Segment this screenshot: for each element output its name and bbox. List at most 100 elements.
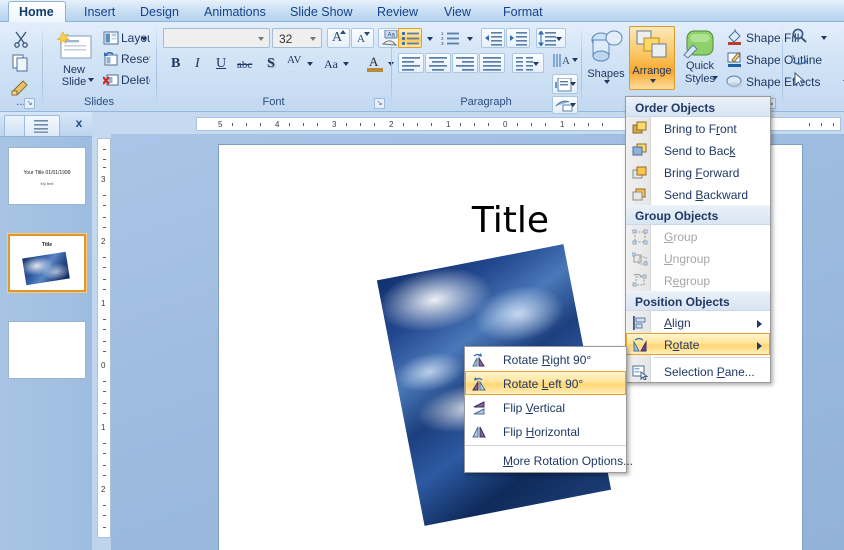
bold-button[interactable]: B [163, 53, 185, 73]
menu-item-group: Group [626, 225, 770, 247]
justify-button[interactable] [479, 53, 505, 73]
increase-indent-button[interactable] [506, 28, 530, 48]
layout-button[interactable]: Layout [101, 28, 151, 47]
shrink-font-button[interactable]: A [351, 28, 374, 48]
menu-item-send-to-back[interactable]: Send to Back [626, 139, 770, 161]
font-name-input[interactable] [163, 28, 270, 48]
tab-review[interactable]: Review [367, 2, 428, 22]
cut-icon[interactable] [10, 29, 32, 49]
bullets-chevron-down-icon[interactable] [427, 37, 433, 41]
font-size-chevron-down-icon[interactable] [310, 37, 316, 41]
change-case-chevron-down-icon[interactable] [343, 62, 349, 66]
new-slide-button[interactable]: New Slide [49, 27, 99, 93]
clipboard-dialog-launcher[interactable]: ↘ [24, 98, 35, 109]
bullets-dropdown[interactable] [422, 28, 436, 48]
text-direction-chevron-down-icon[interactable] [572, 58, 578, 62]
shape-effects-button[interactable]: Shape Effects [724, 72, 844, 90]
numbering-chevron-down-icon[interactable] [467, 37, 473, 41]
line-spacing-button[interactable] [536, 28, 566, 48]
submenu-item-rotate-right-90[interactable]: Rotate Right 90° [465, 347, 626, 371]
strikethrough-button[interactable]: abc [232, 53, 258, 73]
copy-icon[interactable] [10, 53, 32, 73]
tab-insert[interactable]: Insert [74, 2, 125, 22]
submenu-item-rotate-left-90[interactable]: Rotate Left 90° [465, 371, 626, 395]
change-case-button[interactable]: Aa [318, 53, 354, 73]
format-painter-icon[interactable] [10, 77, 32, 97]
replace-icon[interactable]: a [788, 49, 812, 69]
tab-home[interactable]: Home [8, 1, 66, 22]
shape-outline-button[interactable]: Shape Outline [724, 50, 822, 68]
align-text-button[interactable] [552, 74, 578, 94]
menu-item-rotate[interactable]: Rotate [626, 333, 770, 355]
find-icon[interactable] [788, 27, 812, 47]
menu-item-send-backward[interactable]: Send Backward [626, 183, 770, 205]
align-left-button[interactable] [398, 53, 424, 73]
columns-chevron-down-icon[interactable] [533, 62, 539, 66]
grow-font-button[interactable]: A [327, 28, 350, 48]
underline-button[interactable]: U [209, 53, 231, 73]
slide-thumbnail-3[interactable] [8, 321, 86, 379]
tab-format[interactable]: Format [493, 2, 553, 22]
menu-header-order-objects: Order Objects [626, 97, 770, 117]
send-backward-icon [632, 187, 648, 203]
arrange-chevron-down-icon[interactable] [650, 79, 656, 83]
numbering-button[interactable]: 1 2 3 [438, 28, 462, 48]
submenu-item-flip-vertical[interactable]: Flip Vertical [465, 395, 626, 419]
tab-animations[interactable]: Animations [194, 2, 276, 22]
numbering-dropdown[interactable] [462, 28, 476, 48]
quick-styles-button[interactable]: Quick Styles [676, 27, 724, 91]
smartart-chevron-down-icon[interactable] [570, 103, 576, 107]
menu-item-bring-forward[interactable]: Bring Forward [626, 161, 770, 183]
slide-thumbnail-1[interactable]: Your Title 01/01/1999 My text [8, 147, 86, 205]
columns-button[interactable] [512, 53, 544, 73]
quick-styles-chevron-down-icon[interactable] [712, 76, 718, 80]
submenu-item-label: More Rotation Options... [503, 454, 634, 468]
align-center-button[interactable] [425, 53, 451, 73]
font-size-input[interactable]: 32 [272, 28, 322, 48]
delete-slide-button[interactable]: Delete [101, 70, 151, 89]
font-dialog-launcher[interactable]: ↘ [374, 98, 385, 109]
align-right-button[interactable] [452, 53, 478, 73]
select-icon[interactable] [788, 71, 812, 91]
menu-item-label: Bring to Front [664, 122, 737, 136]
tab-slide-show[interactable]: Slide Show [280, 2, 363, 22]
text-shadow-button[interactable]: S [259, 53, 281, 73]
flip-horizontal-icon [471, 424, 487, 440]
vertical-ruler[interactable]: 3 2 1 0 1 2 [97, 138, 111, 538]
ribbon-group-clipboard: ... ↘ [2, 23, 40, 110]
line-spacing-chevron-down-icon[interactable] [556, 37, 562, 41]
menu-item-bring-to-front[interactable]: Bring to Front [626, 117, 770, 139]
menu-item-align[interactable]: Align [626, 311, 770, 333]
font-color-swatch [367, 68, 383, 72]
font-group-label: Font [262, 96, 285, 108]
underline-glyph: U [216, 56, 227, 71]
bullets-button[interactable] [398, 28, 422, 48]
submenu-item-more-rotation-options[interactable]: More Rotation Options... [465, 448, 633, 472]
font-color-button[interactable]: A [362, 53, 398, 73]
text-direction-button-icon[interactable]: A [550, 50, 580, 72]
layout-chevron-down-icon[interactable] [141, 37, 147, 41]
font-name-chevron-down-icon[interactable] [258, 37, 264, 41]
submenu-item-flip-horizontal[interactable]: Flip Horizontal [465, 419, 626, 443]
decrease-indent-button[interactable] [481, 28, 505, 48]
character-spacing-button[interactable]: AV ↔ [283, 53, 317, 73]
convert-to-smartart-button[interactable] [552, 96, 578, 114]
new-slide-chevron-down-icon[interactable] [88, 78, 94, 82]
arrange-button[interactable]: Arrange [629, 26, 675, 90]
align-text-chevron-down-icon[interactable] [570, 82, 576, 86]
character-spacing-chevron-down-icon[interactable] [307, 62, 313, 66]
close-panel-button[interactable]: x [72, 116, 86, 130]
italic-button[interactable]: I [186, 53, 208, 73]
outline-tab[interactable] [24, 115, 60, 136]
align-submenu-arrow-icon [757, 320, 762, 328]
tab-design[interactable]: Design [130, 2, 189, 22]
shrink-font-down-arrow-icon [364, 32, 370, 36]
shape-fill-button[interactable]: Shape Fill [724, 28, 827, 46]
menu-item-label: Send to Back [664, 144, 736, 158]
reset-button[interactable]: Reset [101, 49, 151, 68]
tab-view[interactable]: View [434, 2, 481, 22]
slide-thumbnail-2[interactable]: Title [8, 234, 86, 292]
shapes-chevron-down-icon[interactable] [604, 80, 610, 84]
menu-item-selection-pane[interactable]: Selection Pane... [626, 360, 770, 382]
shapes-button[interactable]: Shapes [584, 27, 628, 89]
